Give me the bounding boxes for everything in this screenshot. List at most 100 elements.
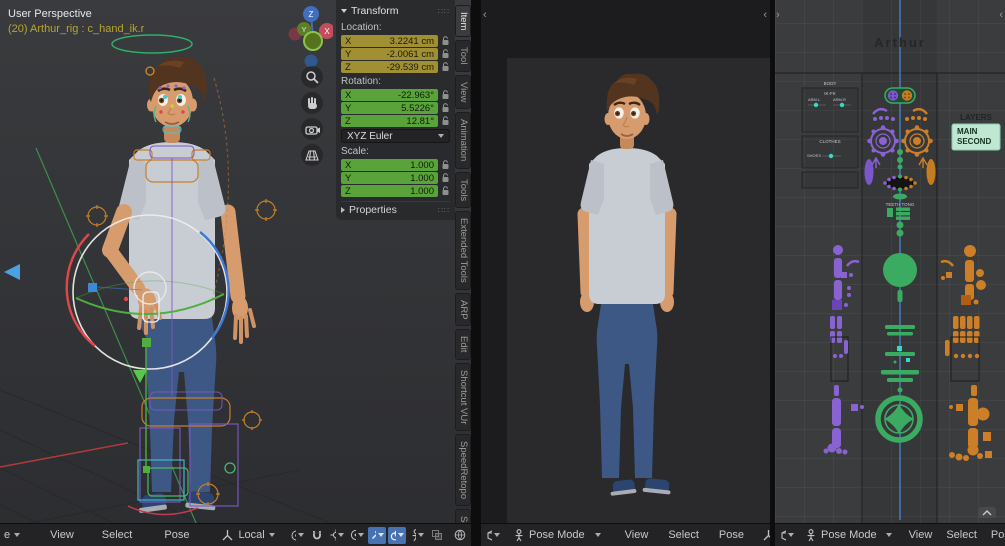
scale-z-field[interactable]: Z 1.000 bbox=[341, 185, 438, 197]
camera-view-button[interactable] bbox=[301, 118, 323, 140]
gizmo-green-handle bbox=[142, 338, 151, 347]
picker-leg-left[interactable] bbox=[823, 385, 865, 455]
orientation-dropdown[interactable]: Local bbox=[216, 528, 279, 542]
shading-solid-button[interactable] bbox=[470, 527, 471, 543]
magnet-icon bbox=[312, 530, 321, 539]
snap-toggle[interactable] bbox=[308, 527, 326, 544]
rotation-mode-dropdown[interactable]: XYZ Euler bbox=[341, 129, 450, 143]
navigation-gizmo[interactable]: Z Y X bbox=[287, 3, 333, 67]
pose-mode-icon bbox=[807, 528, 815, 541]
lock-icon[interactable] bbox=[441, 186, 450, 196]
tab-arp[interactable]: ARP bbox=[455, 292, 471, 327]
tab-speedretopo[interactable]: SpeedRetopo bbox=[455, 433, 471, 506]
empty-box bbox=[801, 171, 859, 189]
zoom-button[interactable] bbox=[301, 66, 323, 88]
orientation-dropdown[interactable]: Local bbox=[757, 528, 770, 542]
chevron-down-icon bbox=[377, 533, 384, 537]
location-label: Location: bbox=[341, 22, 382, 33]
menu-pose[interactable]: Pose bbox=[155, 529, 198, 541]
rotation-y-row: Y 5.5226° bbox=[341, 102, 450, 114]
tab-tools[interactable]: Tools bbox=[455, 171, 471, 208]
ikfk-slider-arm-l[interactable] bbox=[813, 102, 819, 108]
chevron-down-icon bbox=[297, 533, 304, 537]
spine-bar bbox=[885, 352, 915, 356]
menu-pose[interactable]: Pose bbox=[710, 529, 753, 541]
axis-neg-y-ball[interactable] bbox=[303, 31, 323, 51]
menu-select[interactable]: Select bbox=[93, 529, 142, 541]
lock-icon[interactable] bbox=[441, 116, 450, 126]
armature-icon bbox=[412, 528, 416, 541]
location-x-field[interactable]: X 3.2241 cm bbox=[341, 35, 438, 47]
nose-dot bbox=[897, 149, 903, 155]
lock-icon[interactable] bbox=[441, 62, 450, 72]
scale-z-row: Z 1.000 bbox=[341, 185, 450, 197]
magnifier-icon bbox=[306, 71, 319, 84]
rotation-x-field[interactable]: X -22.963° bbox=[341, 89, 438, 101]
mode-dropdown[interactable]: Pose Mode bbox=[800, 528, 897, 543]
shoes-slider[interactable] bbox=[828, 153, 834, 159]
perspective-toggle-button[interactable] bbox=[301, 144, 323, 166]
lock-icon[interactable] bbox=[441, 36, 450, 46]
rotation-y-field[interactable]: Y 5.5226° bbox=[341, 102, 438, 114]
lock-icon[interactable] bbox=[441, 103, 450, 113]
rotation-z-field[interactable]: Z 12.81° bbox=[341, 115, 438, 127]
snap-with-dropdown[interactable] bbox=[328, 527, 346, 544]
pivot-point-dropdown[interactable] bbox=[288, 527, 306, 544]
location-y-field[interactable]: Y -2.0061 cm bbox=[341, 48, 438, 60]
show-gizmo-toggle[interactable] bbox=[367, 526, 386, 544]
editor-type-dropdown[interactable] bbox=[484, 527, 502, 544]
shading-wireframe-button[interactable] bbox=[452, 527, 469, 543]
properties-panel-header[interactable]: Properties ∷∷ bbox=[341, 201, 450, 216]
scale-y-field[interactable]: Y 1.000 bbox=[341, 172, 438, 184]
svg-text:ARM.R: ARM.R bbox=[833, 97, 846, 102]
editor-type-dropdown[interactable] bbox=[778, 527, 796, 544]
lock-icon[interactable] bbox=[441, 173, 450, 183]
expand-panel-button[interactable] bbox=[978, 507, 996, 518]
shading-mode-group bbox=[452, 527, 471, 543]
viewport-buttons bbox=[301, 66, 323, 166]
blender-window: User Perspective (20) Arthur_rig : c_han… bbox=[0, 0, 1005, 546]
pose-options-dropdown[interactable] bbox=[408, 527, 426, 544]
tab-animation[interactable]: Animation bbox=[455, 112, 471, 169]
tab-extended-tools[interactable]: Extended Tools bbox=[455, 210, 471, 290]
xray-toggle[interactable] bbox=[428, 527, 446, 544]
chevron-down-icon bbox=[14, 533, 21, 537]
tab-edit[interactable]: Edit bbox=[455, 329, 471, 360]
menu-pose[interactable]: Pose bbox=[985, 529, 1005, 541]
tab-tool[interactable]: Tool bbox=[455, 40, 471, 72]
picker-canvas[interactable]: Arthur BODY IK-FK ARM.L ARM.R CLOTHES SH… bbox=[775, 0, 1005, 523]
menu-view[interactable]: View bbox=[41, 529, 83, 541]
view-perspective-label: User Perspective bbox=[8, 8, 92, 20]
menu-view[interactable]: View bbox=[616, 529, 658, 541]
show-overlays-toggle[interactable] bbox=[387, 526, 406, 544]
tab-view[interactable]: View bbox=[455, 74, 471, 110]
pan-button[interactable] bbox=[301, 92, 323, 114]
location-z-field[interactable]: Z -29.539 cm bbox=[341, 61, 438, 73]
viewport-header-center: Pose Mode View Select Pose Local bbox=[481, 523, 770, 546]
menu-select[interactable]: Select bbox=[940, 529, 983, 541]
shoulder-left bbox=[845, 259, 860, 267]
picker-root-control[interactable] bbox=[875, 395, 923, 443]
ikfk-slider-arm-r[interactable] bbox=[839, 102, 845, 108]
drag-dots-icon[interactable]: ∷∷ bbox=[438, 7, 450, 16]
mode-dropdown[interactable]: Pose Mode bbox=[508, 528, 606, 543]
collapse-caret-icon bbox=[341, 9, 347, 13]
lock-icon[interactable] bbox=[441, 49, 450, 59]
proportional-edit-dropdown[interactable] bbox=[348, 527, 366, 544]
menu-view[interactable]: View bbox=[903, 529, 939, 541]
chin-control bbox=[893, 193, 907, 200]
hand-icon bbox=[308, 97, 317, 109]
location-y-row: Y -2.0061 cm bbox=[341, 48, 450, 60]
lock-icon[interactable] bbox=[441, 160, 450, 170]
tab-item[interactable]: Item bbox=[455, 5, 471, 38]
transform-panel-header[interactable]: Transform ∷∷ bbox=[341, 3, 450, 19]
menu-select[interactable]: Select bbox=[659, 529, 708, 541]
tab-shortcut-vur[interactable]: Shortcut VUr bbox=[455, 362, 471, 431]
picker-leg-right[interactable] bbox=[949, 385, 992, 461]
drag-dots-icon[interactable]: ∷∷ bbox=[438, 206, 450, 215]
lock-icon[interactable] bbox=[441, 90, 450, 100]
layer-main-button[interactable]: MAIN bbox=[957, 127, 978, 136]
mode-dropdown-partial[interactable]: e bbox=[3, 528, 25, 542]
scale-x-field[interactable]: X 1.000 bbox=[341, 159, 438, 171]
layer-second-button[interactable]: SECOND bbox=[957, 137, 991, 146]
